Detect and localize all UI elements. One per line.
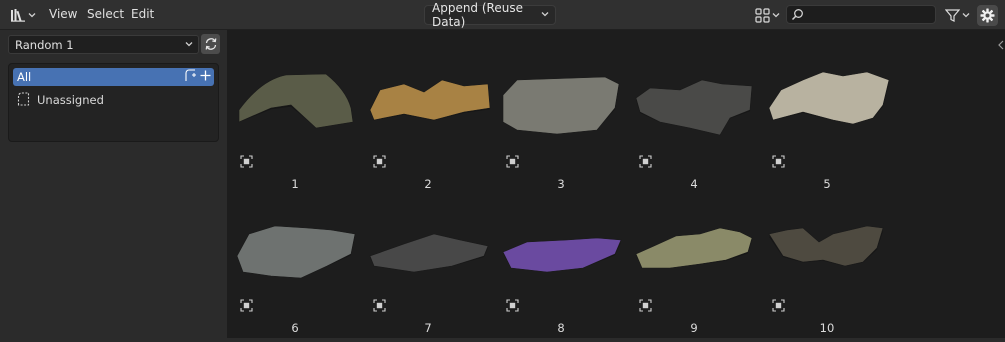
asset-thumbnail [238, 73, 354, 129]
display-mode-button[interactable] [752, 5, 782, 25]
chevron-down-icon [28, 13, 36, 18]
object-data-icon [240, 299, 253, 312]
unassigned-catalog-icon [17, 92, 30, 106]
asset-name: 1 [291, 177, 299, 191]
asset-thumbnail [768, 225, 884, 267]
object-data-icon [373, 299, 386, 312]
asset-thumbnail [369, 233, 489, 273]
asset-name: 8 [557, 321, 565, 335]
menu-select[interactable]: Select [87, 7, 124, 21]
asset-item[interactable]: 7 [364, 194, 492, 335]
asset-item[interactable]: 6 [231, 194, 359, 335]
asset-library-dropdown[interactable]: Random 1 [8, 35, 199, 54]
chevron-down-icon [962, 13, 969, 18]
asset-item[interactable]: 4 [630, 50, 758, 191]
asset-item[interactable]: 10 [763, 194, 891, 335]
asset-name: 7 [424, 321, 432, 335]
new-catalog-icon[interactable] [184, 69, 197, 82]
asset-thumbnail [369, 79, 491, 121]
asset-name: 2 [424, 177, 432, 191]
catalog-item-all[interactable]: All [13, 68, 214, 86]
asset-library-label: Random 1 [15, 37, 74, 52]
object-data-icon [639, 155, 652, 168]
object-data-icon [240, 155, 253, 168]
asset-name: 4 [690, 177, 698, 191]
search-field[interactable] [786, 5, 936, 24]
asset-browser-header: View Select Edit Append (Reuse Data) [0, 0, 1005, 30]
asset-item[interactable]: 1 [231, 50, 359, 191]
filter-button[interactable] [942, 5, 972, 25]
plus-icon[interactable] [200, 70, 211, 81]
catalog-sidebar: Random 1 All Unassigned [0, 30, 227, 342]
catalog-item-label: All [17, 70, 32, 84]
asset-name: 3 [557, 177, 565, 191]
catalog-tree: All Unassigned [8, 63, 219, 142]
chevron-left-icon[interactable] [998, 40, 1004, 50]
funnel-icon [944, 8, 960, 22]
import-method-dropdown[interactable]: Append (Reuse Data) [424, 1, 556, 29]
asset-grid: 1 2 3 4 5 6 7 8 9 10 [228, 30, 1005, 342]
asset-name: 10 [819, 321, 835, 335]
object-data-icon [639, 299, 652, 312]
object-data-icon [772, 299, 785, 312]
refresh-library-button[interactable] [201, 34, 220, 54]
import-method-label: Append (Reuse Data) [432, 1, 523, 29]
editor-type-button[interactable] [8, 5, 38, 25]
asset-thumbnail [502, 76, 620, 135]
catalog-item-label: Unassigned [37, 93, 104, 107]
asset-item[interactable]: 5 [763, 50, 891, 191]
asset-thumbnail [635, 79, 753, 136]
settings-button[interactable] [977, 5, 998, 26]
search-icon [791, 9, 803, 21]
asset-name: 6 [291, 321, 299, 335]
asset-thumbnail [635, 227, 753, 269]
asset-thumbnail [502, 237, 622, 273]
asset-thumbnail [768, 71, 890, 125]
asset-item[interactable]: 8 [497, 194, 625, 335]
thumbnail-grid-icon [754, 7, 770, 23]
chevron-down-icon [541, 12, 549, 17]
chevron-down-icon [185, 42, 193, 47]
catalog-item-unassigned[interactable]: Unassigned [13, 91, 214, 109]
bottom-border [0, 338, 1005, 342]
object-data-icon [772, 155, 785, 168]
object-data-icon [506, 155, 519, 168]
asset-item[interactable]: 3 [497, 50, 625, 191]
menu-view[interactable]: View [49, 7, 77, 21]
object-data-icon [373, 155, 386, 168]
object-data-icon [506, 299, 519, 312]
asset-thumbnail [236, 225, 356, 279]
chevron-down-icon [772, 13, 779, 18]
asset-item[interactable]: 2 [364, 50, 492, 191]
menu-edit[interactable]: Edit [131, 7, 154, 21]
asset-name: 5 [823, 177, 831, 191]
search-input[interactable] [807, 7, 931, 22]
asset-browser-icon [11, 9, 25, 22]
gear-icon [980, 8, 995, 23]
refresh-icon [205, 38, 216, 50]
asset-name: 9 [690, 321, 698, 335]
asset-item[interactable]: 9 [630, 194, 758, 335]
